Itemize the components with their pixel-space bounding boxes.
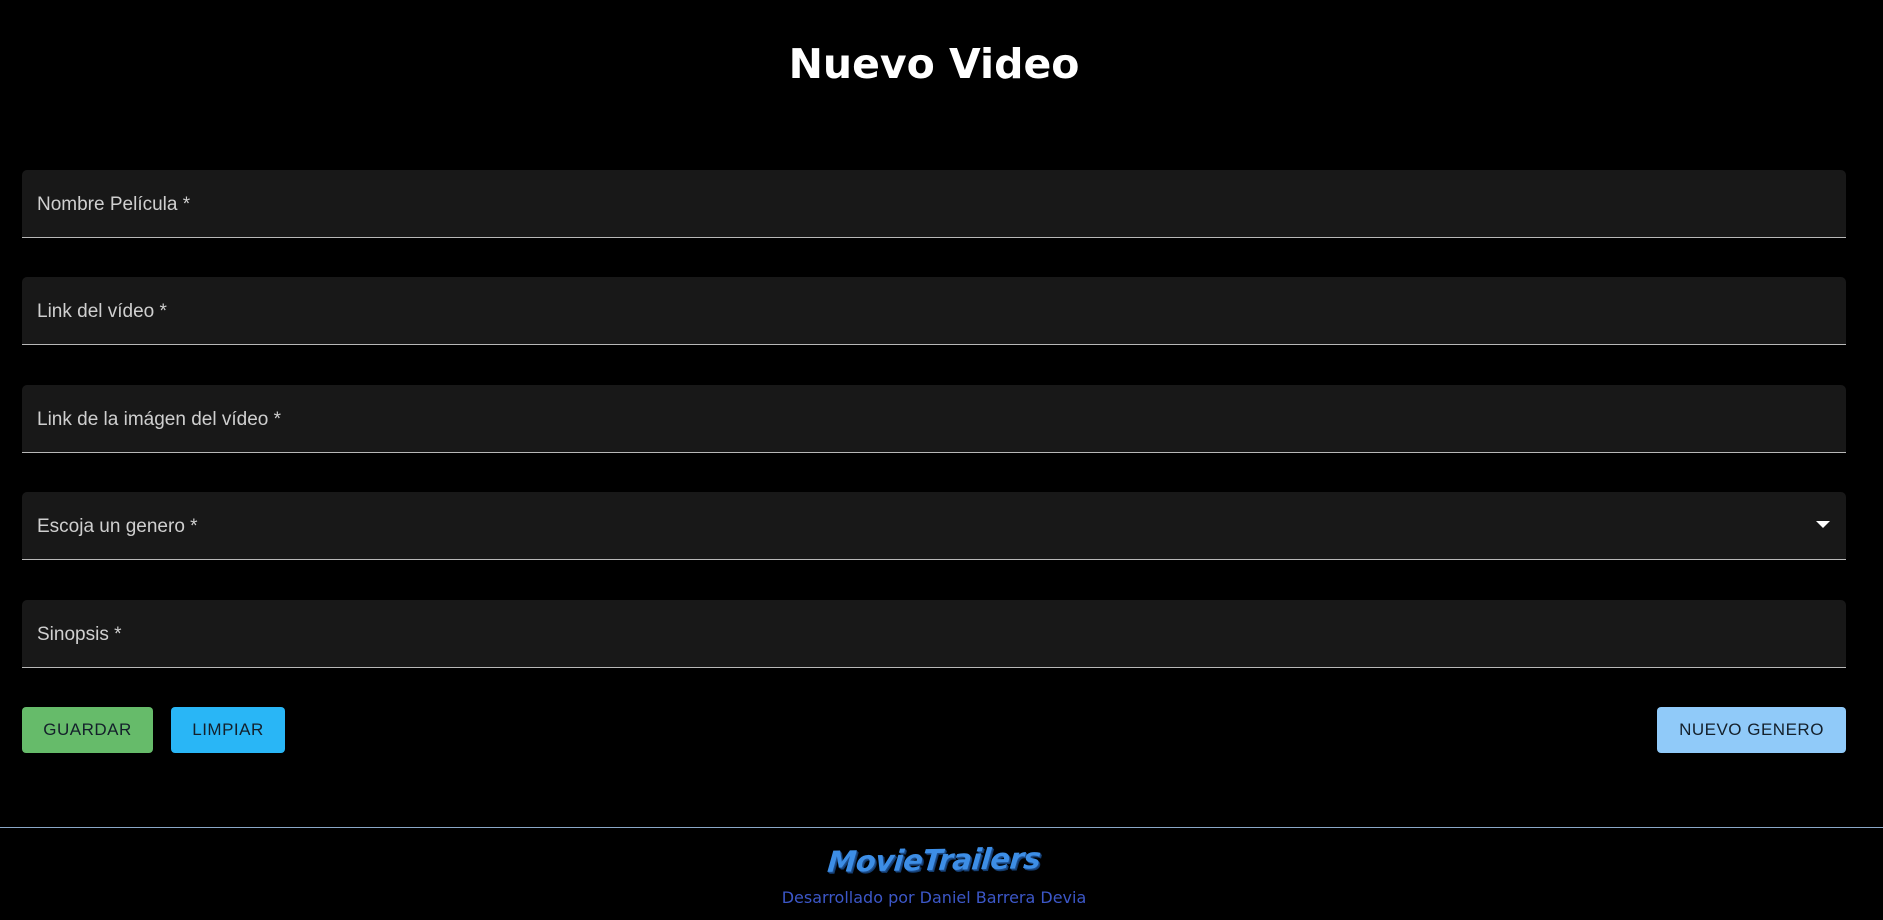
synopsis-label: Sinopsis * xyxy=(37,624,122,645)
clear-button[interactable]: LIMPIAR xyxy=(171,707,285,753)
new-genre-button[interactable]: NUEVO GENERO xyxy=(1657,707,1846,753)
page-title: Nuevo Video xyxy=(788,40,1080,88)
image-link-field[interactable]: Link de la imágen del vídeo * xyxy=(22,385,1846,453)
movie-name-label: Nombre Película * xyxy=(37,194,191,215)
genre-select-label: Escoja un genero * xyxy=(37,516,198,537)
video-link-label: Link del vídeo * xyxy=(37,301,167,322)
footer: MovieTrailers Desarrollado por Daniel Ba… xyxy=(0,827,1883,920)
movie-name-field[interactable]: Nombre Película * xyxy=(22,170,1846,238)
dropdown-arrow-icon[interactable] xyxy=(1816,521,1830,528)
save-button[interactable]: GUARDAR xyxy=(22,707,153,753)
genre-select[interactable]: Escoja un genero * xyxy=(22,492,1846,560)
footer-credit: Desarrollado por Daniel Barrera Devia xyxy=(781,888,1087,907)
brand-logo: MovieTrailers xyxy=(826,841,1042,879)
video-link-field[interactable]: Link del vídeo * xyxy=(22,277,1846,345)
synopsis-field[interactable]: Sinopsis * xyxy=(22,600,1846,668)
image-link-label: Link de la imágen del vídeo * xyxy=(37,409,281,430)
